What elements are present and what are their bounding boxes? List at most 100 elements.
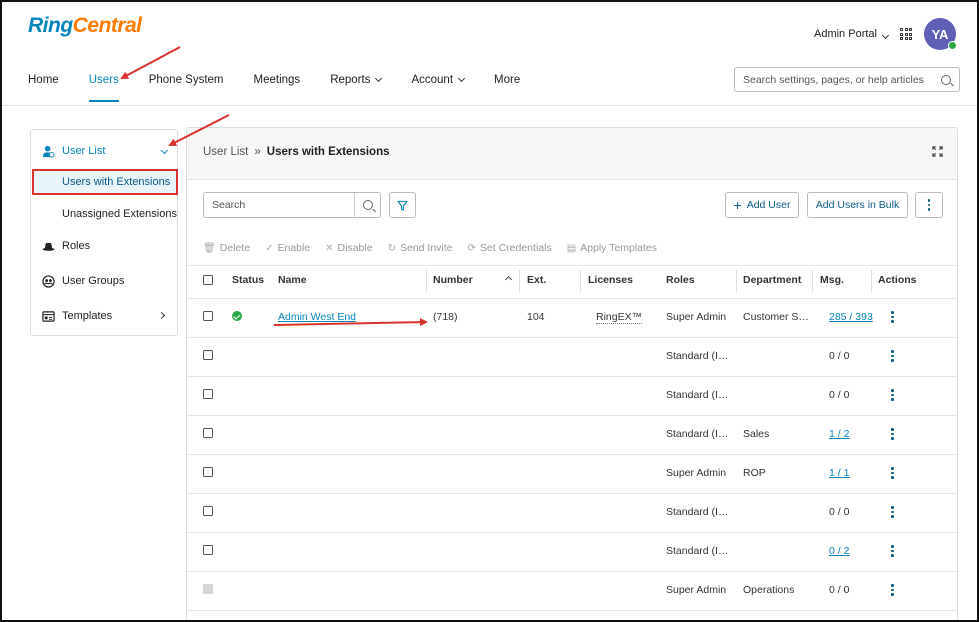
sidebar-item-users-with-extensions[interactable]: Users with Extensions xyxy=(32,169,178,195)
global-search-input[interactable]: Search settings, pages, or help articles xyxy=(734,67,960,92)
more-options-button[interactable] xyxy=(915,192,943,218)
row-checkbox-disabled xyxy=(203,584,213,594)
filter-button[interactable] xyxy=(389,192,416,218)
column-header-department[interactable]: Department xyxy=(743,274,801,286)
row-checkbox[interactable] xyxy=(203,389,213,399)
column-divider[interactable] xyxy=(580,270,581,292)
row-checkbox[interactable] xyxy=(203,350,213,360)
enable-action[interactable]: ✓ Enable xyxy=(265,242,310,254)
row-checkbox[interactable] xyxy=(203,428,213,438)
nav-more[interactable]: More xyxy=(494,74,520,104)
column-header-ext[interactable]: Ext. xyxy=(527,274,546,286)
column-header-roles[interactable]: Roles xyxy=(666,274,695,286)
row-actions-button[interactable] xyxy=(891,584,894,596)
nav-account[interactable]: Account xyxy=(411,74,466,104)
column-header-name[interactable]: Name xyxy=(278,274,307,286)
select-all-checkbox[interactable] xyxy=(203,275,213,285)
nav-phone-system[interactable]: Phone System xyxy=(149,74,224,104)
user-search-button[interactable] xyxy=(354,193,380,217)
column-divider[interactable] xyxy=(736,270,737,292)
chevron-down-icon[interactable] xyxy=(160,146,169,155)
row-actions-button[interactable] xyxy=(891,428,894,440)
check-icon: ✓ xyxy=(265,242,274,254)
row-actions-button[interactable] xyxy=(891,467,894,479)
table-row[interactable]: Standard (I… Sales 1 / 2 xyxy=(187,416,957,455)
set-credentials-action[interactable]: ⟳ Set Credentials xyxy=(468,242,552,254)
column-header-msg[interactable]: Msg. xyxy=(820,274,844,286)
apply-templates-action[interactable]: ▤ Apply Templates xyxy=(567,242,657,254)
user-role: Standard (I… xyxy=(666,428,729,440)
expand-icon[interactable] xyxy=(932,146,943,157)
user-msg-link[interactable]: 0 / 2 xyxy=(829,545,849,557)
nav-more-label: More xyxy=(494,74,521,86)
nav-home[interactable]: Home xyxy=(28,74,59,104)
sidebar-item-templates[interactable]: Templates xyxy=(31,305,179,327)
column-divider[interactable] xyxy=(519,270,520,292)
nav-users[interactable]: Users xyxy=(88,74,119,104)
table-row[interactable]: Standard (I… 0 / 0 xyxy=(187,377,957,416)
filter-icon xyxy=(397,200,408,211)
row-actions-button[interactable] xyxy=(891,545,894,557)
table-top-border xyxy=(187,265,957,266)
add-users-in-bulk-button[interactable]: Add Users in Bulk xyxy=(807,192,908,218)
row-checkbox[interactable] xyxy=(203,311,213,321)
user-role: Super Admin xyxy=(666,467,727,479)
nav-reports-label: Reports xyxy=(330,74,371,86)
nav-reports[interactable]: Reports xyxy=(330,74,383,104)
table-row[interactable]: Standard (I… 0 / 2 xyxy=(187,533,957,572)
table-row[interactable]: Standard (I… 0 / 0 xyxy=(187,338,957,377)
ringcentral-logo[interactable]: RingCentral xyxy=(28,14,142,38)
sidebar-item-user-list[interactable]: User List xyxy=(31,140,179,162)
more-vertical-icon xyxy=(891,467,894,479)
user-department: ROP xyxy=(743,467,766,479)
row-actions-button[interactable] xyxy=(891,311,894,323)
column-divider[interactable] xyxy=(871,270,872,292)
user-msg-link[interactable]: 285 / 393 xyxy=(829,311,873,323)
table-row[interactable]: Super Admin ROP 1 / 1 xyxy=(187,455,957,494)
send-invite-action[interactable]: ↻ Send Invite xyxy=(388,242,453,254)
row-checkbox[interactable] xyxy=(203,545,213,555)
search-icon[interactable] xyxy=(941,74,951,85)
row-actions-button[interactable] xyxy=(891,389,894,401)
user-msg-link[interactable]: 1 / 1 xyxy=(829,467,849,479)
user-role: Standard (I… xyxy=(666,389,729,401)
sidebar-item-roles[interactable]: Roles xyxy=(31,235,179,257)
column-header-licenses[interactable]: Licenses xyxy=(588,274,633,286)
search-icon xyxy=(362,200,373,210)
column-divider[interactable] xyxy=(812,270,813,292)
add-user-button[interactable]: + Add User xyxy=(725,192,799,218)
table-row[interactable]: Standard (I… 0 / 0 xyxy=(187,494,957,533)
delete-action[interactable]: 🗑 Delete xyxy=(203,242,250,254)
disable-action[interactable]: ✕ Disable xyxy=(325,242,372,254)
user-search-input[interactable]: Search xyxy=(203,192,381,218)
column-header-status[interactable]: Status xyxy=(232,274,264,286)
row-actions-button[interactable] xyxy=(891,350,894,362)
sidebar-item-user-groups[interactable]: User Groups xyxy=(31,270,179,292)
user-ext: 104 xyxy=(527,311,545,323)
table-row[interactable]: Super Admin Operations 0 / 0 xyxy=(187,572,957,611)
column-divider[interactable] xyxy=(426,270,427,292)
breadcrumb-parent[interactable]: User List xyxy=(203,146,248,158)
user-licenses[interactable]: RingEX™ xyxy=(596,311,643,324)
global-search-placeholder: Search settings, pages, or help articles xyxy=(743,73,924,86)
user-msg-link[interactable]: 1 / 2 xyxy=(829,428,849,440)
chevron-right-icon[interactable] xyxy=(157,311,166,320)
row-checkbox[interactable] xyxy=(203,467,213,477)
app-launcher-icon[interactable] xyxy=(900,28,912,40)
row-actions-button[interactable] xyxy=(891,506,894,518)
row-checkbox[interactable] xyxy=(203,506,213,516)
add-users-in-bulk-label: Add Users in Bulk xyxy=(815,199,900,211)
send-invite-action-label: Send Invite xyxy=(399,242,453,254)
nav-users-label: Users xyxy=(88,74,119,86)
more-vertical-icon xyxy=(891,545,894,557)
sidebar: User List Users with Extensions Unassign… xyxy=(30,129,178,336)
admin-portal-dropdown[interactable]: Admin Portal xyxy=(814,28,890,40)
sort-ascending-icon[interactable] xyxy=(504,275,513,284)
user-name-link[interactable]: Admin West End xyxy=(278,311,356,323)
page-title: Users with Extensions xyxy=(266,146,390,158)
column-header-number[interactable]: Number xyxy=(433,274,473,286)
nav-meetings[interactable]: Meetings xyxy=(254,74,301,104)
table-row[interactable]: Admin West End (718) 104 RingEX™ Super A… xyxy=(187,299,957,338)
sidebar-item-unassigned-extensions[interactable]: Unassigned Extensions xyxy=(31,203,179,225)
avatar[interactable]: YA xyxy=(924,18,957,50)
